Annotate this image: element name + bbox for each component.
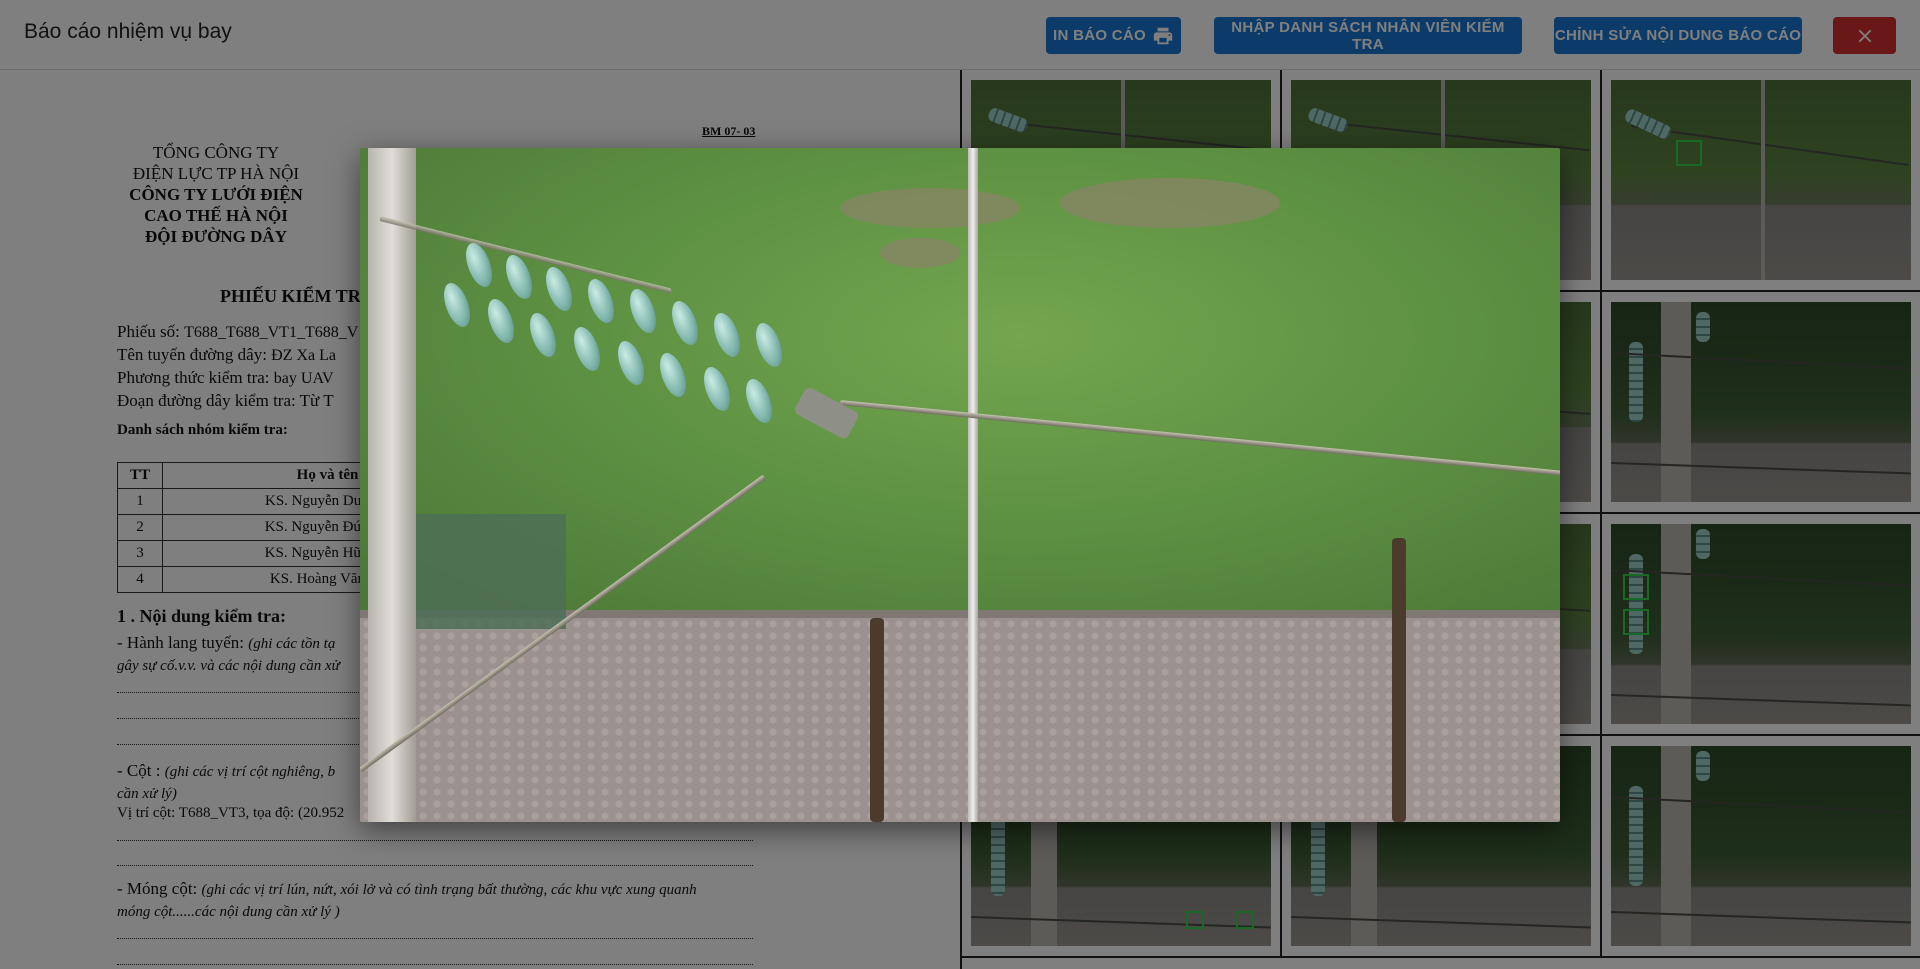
photo-preview-modal[interactable] [360,148,1560,822]
preview-pavement [360,618,1560,822]
preview-pole [368,148,416,822]
preview-mast [968,148,978,822]
